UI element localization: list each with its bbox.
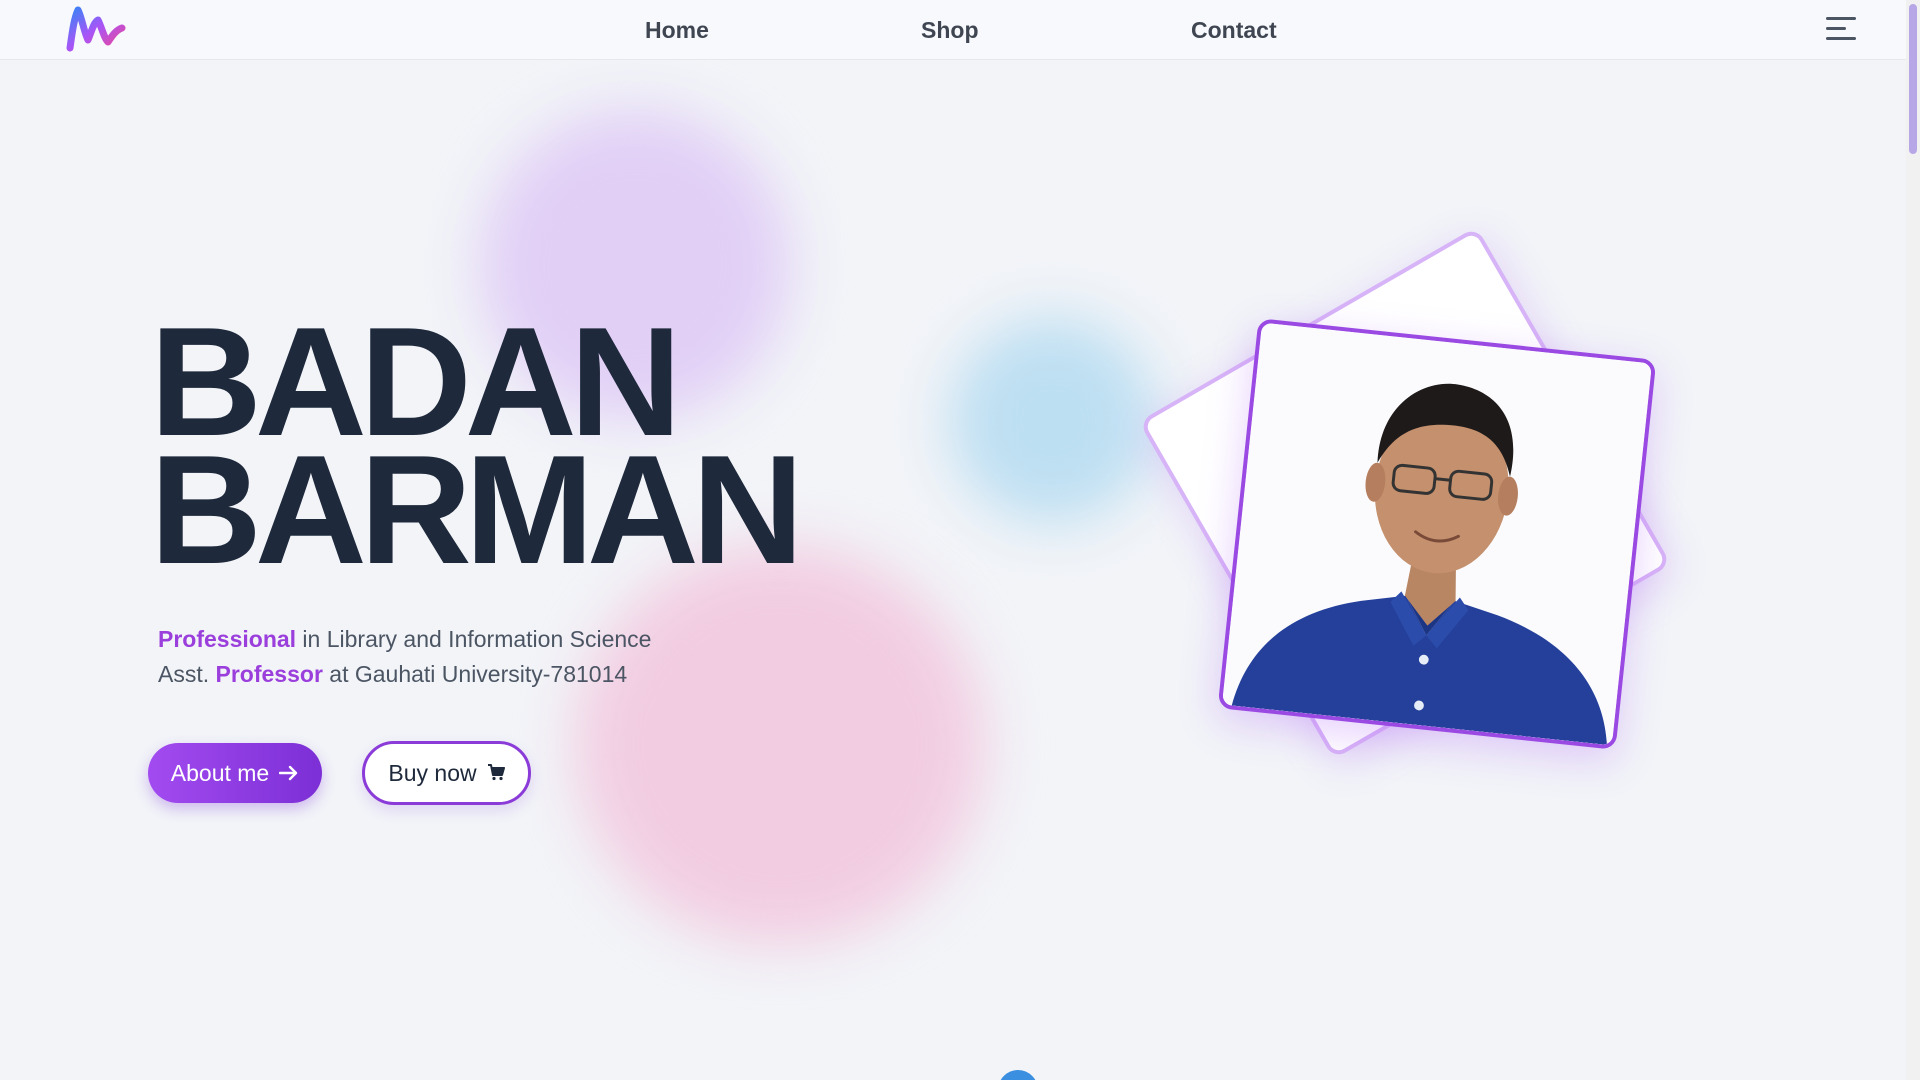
top-navbar: Home Shop Contact bbox=[0, 0, 1906, 60]
nav-link-contact[interactable]: Contact bbox=[1191, 17, 1277, 44]
hero-tagline: Professional in Library and Information … bbox=[158, 622, 651, 692]
cart-icon bbox=[487, 760, 505, 787]
buy-now-button[interactable]: Buy now bbox=[362, 741, 531, 805]
arrow-right-icon bbox=[279, 760, 299, 787]
tagline-line2-prefix: Asst. bbox=[158, 661, 216, 687]
page-viewport: Home Shop Contact BADAN BARMAN Professio… bbox=[0, 0, 1906, 1080]
about-me-label: About me bbox=[170, 759, 270, 786]
hero-title: BADAN BARMAN bbox=[150, 304, 804, 596]
tagline-line1-text: in Library and Information Science bbox=[296, 626, 652, 652]
decorative-blob-blue bbox=[950, 318, 1155, 523]
buy-now-label: Buy now bbox=[388, 759, 477, 786]
page-scrollbar[interactable] bbox=[1906, 0, 1920, 1080]
tagline-highlight-professor: Professor bbox=[215, 661, 323, 687]
tagline-highlight-professional: Professional bbox=[158, 626, 297, 652]
tagline-line2-text: at Gauhati University-781014 bbox=[322, 661, 628, 687]
about-me-button[interactable]: About me bbox=[148, 743, 322, 803]
decorative-blob-pink bbox=[575, 545, 985, 945]
nav-link-home[interactable]: Home bbox=[645, 17, 709, 44]
nav-link-shop[interactable]: Shop bbox=[921, 17, 979, 44]
hamburger-menu-icon[interactable] bbox=[1824, 15, 1856, 43]
scrollbar-thumb[interactable] bbox=[1909, 4, 1917, 154]
main-nav: Home Shop Contact bbox=[0, 0, 1906, 60]
tagline-line-2: Asst. Professor at Gauhati University-78… bbox=[158, 657, 651, 692]
tagline-line-1: Professional in Library and Information … bbox=[158, 622, 651, 657]
decorative-dot-blue bbox=[998, 1070, 1038, 1080]
hero-name-last: BARMAN bbox=[150, 423, 804, 596]
portrait-photo bbox=[1217, 318, 1657, 750]
